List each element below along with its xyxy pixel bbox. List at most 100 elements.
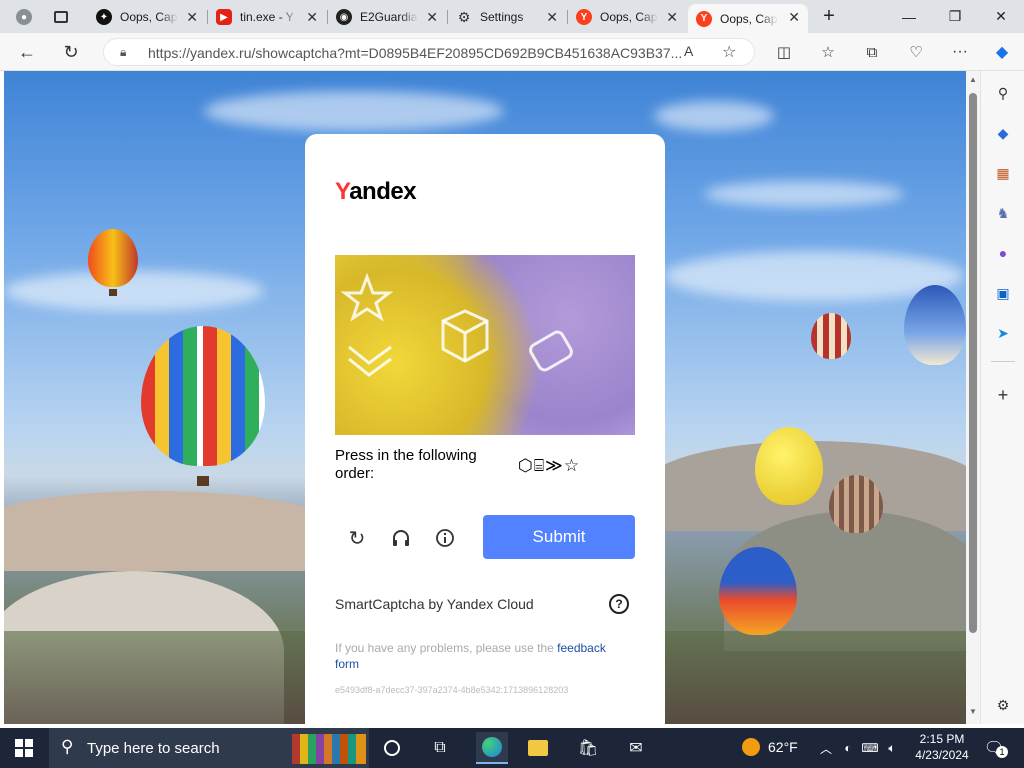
close-icon[interactable]: ✕ — [788, 9, 800, 26]
url-field[interactable]: 🔒︎ https://yandex.ru/showcaptcha?mt=D089… — [103, 38, 755, 66]
sidebar-tools-icon[interactable]: ▦ — [993, 163, 1013, 183]
tab-actions-button[interactable] — [46, 4, 76, 30]
mail-icon: ✉ — [629, 740, 643, 757]
volume-icon[interactable]: 🔈︎ — [880, 736, 904, 760]
weather-widget[interactable]: 62°F — [742, 738, 798, 756]
sidebar-divider — [991, 361, 1015, 362]
question-icon: ? — [615, 597, 623, 611]
tab-1[interactable]: ✦ Oops, Cap ✕ — [88, 4, 206, 30]
oops-icon: ✦ — [96, 9, 112, 25]
sidebar-shopping-icon[interactable]: ◆ — [993, 123, 1013, 143]
notification-count: 1 — [996, 746, 1008, 758]
refresh-button[interactable]: ↻ — [57, 40, 85, 64]
start-button[interactable] — [12, 736, 36, 760]
collections-button[interactable]: ⧉ — [858, 40, 886, 64]
cloud — [204, 91, 504, 131]
tab-4[interactable]: ⚙ Settings ✕ — [448, 4, 566, 30]
lock-icon: 🔒︎ — [120, 45, 127, 59]
cube-symbol-edge — [442, 319, 488, 335]
network-icon[interactable]: ⌨ — [858, 736, 882, 760]
file-explorer-button[interactable] — [526, 736, 550, 760]
windows-icon — [15, 739, 33, 757]
performance-button[interactable]: ♡ — [902, 40, 930, 64]
task-view-button[interactable]: ⧉ — [428, 736, 452, 760]
favorites-button[interactable]: ☆ — [814, 40, 842, 64]
sidebar-add-icon[interactable]: + — [993, 385, 1013, 405]
headphones-icon — [393, 530, 409, 546]
close-window-button[interactable]: ✕ — [978, 0, 1024, 33]
clock-date: 4/23/2024 — [915, 748, 969, 762]
sidebar-search-icon[interactable]: ⚲ — [993, 83, 1013, 103]
favorite-star-icon[interactable]: ☆ — [722, 42, 736, 62]
tab-6-active[interactable]: Y Oops, Cap ✕ — [688, 4, 808, 33]
tray-chevron-icon[interactable]: ︿ — [814, 736, 838, 760]
github-icon: ◉ — [336, 9, 352, 25]
cortana-icon — [384, 740, 400, 756]
notifications-button[interactable]: 🗨︎ 1 — [982, 736, 1008, 760]
weather-temp: 62°F — [768, 739, 798, 755]
captcha-image[interactable] — [335, 255, 635, 435]
restore-button[interactable]: ❐ — [932, 0, 978, 33]
close-icon[interactable]: ✕ — [546, 9, 558, 26]
taskbar-search[interactable]: ⚲ Type here to search — [49, 728, 369, 768]
edge-sidebar: ⚲ ◆ ▦ ♞ ● ▣ ➤ + ⚙ — [980, 71, 1024, 724]
copilot-button[interactable]: ◆ — [988, 40, 1016, 64]
sidebar-settings-icon[interactable]: ⚙ — [993, 695, 1013, 715]
hot-air-balloon — [88, 229, 138, 287]
scroll-up-icon[interactable]: ▲ — [969, 75, 977, 84]
address-bar-row: ← ↻ 🔒︎ https://yandex.ru/showcaptcha?mt=… — [0, 33, 1024, 71]
sidebar-microsoft365-icon[interactable]: ● — [993, 243, 1013, 263]
scrollbar-thumb[interactable] — [969, 93, 977, 633]
clock[interactable]: 2:15 PM 4/23/2024 — [912, 731, 972, 763]
cortana-button[interactable] — [380, 736, 404, 760]
help-button[interactable]: ? — [609, 594, 629, 614]
cloud — [4, 271, 264, 311]
page-scrollbar[interactable]: ▲ ▼ — [966, 71, 980, 724]
logo-text: andex — [349, 178, 417, 205]
refresh-captcha-button[interactable]: ↻ — [345, 526, 369, 550]
tab-actions-icon — [54, 11, 68, 23]
favorites-icon: ☆ — [821, 44, 835, 61]
minimize-button[interactable]: — — [886, 0, 932, 33]
hot-air-balloon — [829, 475, 883, 533]
task-view-icon: ⧉ — [434, 739, 446, 756]
profile-avatar[interactable]: ● — [8, 4, 38, 30]
back-arrow-icon: ← — [18, 41, 36, 62]
info-button[interactable] — [433, 526, 457, 550]
edge-taskbar-button[interactable] — [476, 732, 508, 764]
tv-symbol — [529, 330, 573, 372]
back-button[interactable]: ← — [13, 40, 41, 64]
url-text[interactable]: https://yandex.ru/showcaptcha?mt=D0895B4… — [148, 45, 688, 61]
tab-title: Settings — [480, 10, 524, 24]
sidebar-outlook-icon[interactable]: ▣ — [993, 283, 1013, 303]
audio-captcha-button[interactable] — [389, 526, 413, 550]
minimize-icon: — — [902, 8, 916, 25]
hot-air-balloon — [904, 285, 966, 365]
sidebar-send-icon[interactable]: ➤ — [993, 323, 1013, 343]
captcha-instruction: Press in the following order: — [335, 447, 477, 482]
youtube-icon: ▶ — [216, 9, 232, 25]
yandex-logo: Yandex — [335, 178, 417, 206]
tab-2[interactable]: ▶ tin.exe - Y ✕ — [208, 4, 326, 30]
store-icon: 🛍︎ — [577, 740, 599, 757]
close-icon[interactable]: ✕ — [666, 9, 678, 26]
new-tab-button[interactable]: + — [807, 0, 851, 33]
tab-3[interactable]: ◉ E2Guardia ✕ — [328, 4, 446, 30]
sidebar-games-icon[interactable]: ♞ — [993, 203, 1013, 223]
submit-button[interactable]: Submit — [483, 515, 635, 559]
refresh-icon: ↻ — [63, 41, 79, 62]
read-aloud-icon[interactable]: A — [684, 43, 693, 59]
close-icon[interactable]: ✕ — [306, 9, 318, 26]
more-button[interactable]: ··· — [946, 40, 974, 64]
scroll-down-icon[interactable]: ▼ — [969, 707, 977, 716]
tab-bar: ● ✦ Oops, Cap ✕ ▶ tin.exe - Y ✕ ◉ E2Guar… — [0, 0, 1024, 33]
tray-device-icon[interactable]: ◐ — [836, 736, 860, 760]
mail-button[interactable]: ✉ — [624, 736, 648, 760]
split-screen-icon: ◫ — [776, 44, 792, 61]
hot-air-balloon — [141, 326, 265, 466]
close-icon[interactable]: ✕ — [426, 9, 438, 26]
close-icon[interactable]: ✕ — [186, 9, 198, 26]
tab-5[interactable]: Y Oops, Cap ✕ — [568, 4, 686, 30]
store-button[interactable]: 🛍︎ — [576, 736, 600, 760]
split-screen-button[interactable]: ◫ — [770, 40, 798, 64]
